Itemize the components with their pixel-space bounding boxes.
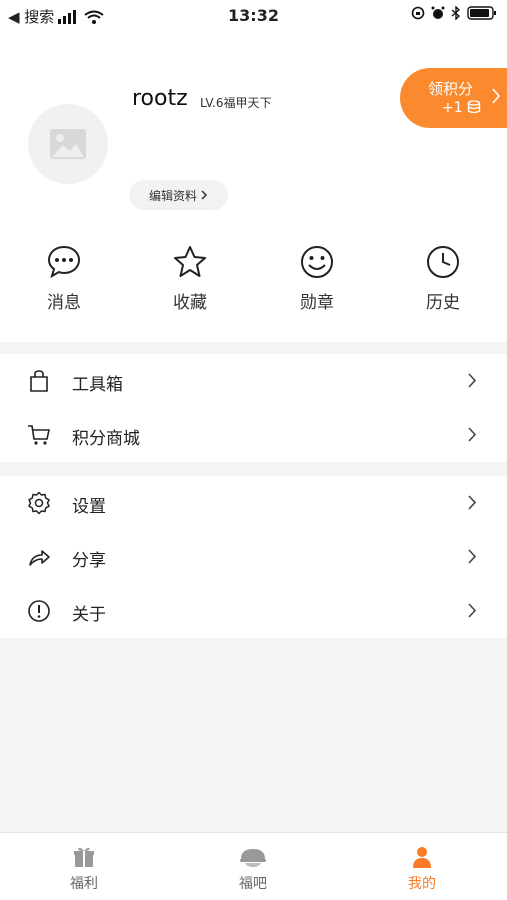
bluetooth-icon (451, 6, 461, 20)
gear-icon (28, 491, 50, 515)
chevron-right-icon (468, 603, 477, 618)
star-icon (174, 246, 206, 277)
quick-action-label: 消息 (47, 293, 81, 313)
menu-item-settings[interactable]: 设置 (0, 476, 507, 530)
menu-item-label: 分享 (72, 551, 106, 571)
chevron-right-icon (201, 190, 208, 200)
tab-welfare[interactable]: 福利 (44, 845, 124, 893)
quick-action-label: 历史 (426, 293, 460, 313)
cart-icon (28, 425, 50, 445)
person-icon (413, 847, 431, 868)
avatar[interactable] (28, 104, 108, 184)
tab-label: 福利 (70, 876, 98, 892)
tab-label: 我的 (408, 876, 436, 892)
tab-label: 福吧 (239, 876, 267, 892)
status-icons (411, 6, 497, 20)
username: rootz (132, 86, 188, 111)
status-bar: ◀ 搜索 13:32 (0, 0, 507, 32)
alarm-icon (431, 6, 445, 19)
battery-icon (467, 6, 496, 20)
edit-profile-label: 编辑资料 (148, 188, 197, 203)
quick-action-history[interactable]: 历史 (398, 244, 488, 313)
chat-icon (47, 245, 81, 279)
clock-icon (427, 246, 459, 278)
bag-icon (30, 370, 48, 392)
quick-action-messages[interactable]: 消息 (19, 244, 109, 313)
edit-profile-button[interactable]: 编辑资料 (129, 180, 228, 210)
menu-item-toolbox[interactable]: 工具箱 (0, 354, 507, 408)
quick-action-favorites[interactable]: 收藏 (145, 244, 235, 313)
claim-points-button[interactable]: 领积分 +1 (400, 68, 507, 128)
tab-mine[interactable]: 我的 (382, 845, 462, 893)
user-level: LV.6福甲天下 (200, 96, 272, 110)
chevron-right-icon (492, 88, 501, 104)
coin-stack-icon (467, 100, 481, 114)
quick-action-label: 收藏 (173, 293, 207, 313)
menu-item-points-mall[interactable]: 积分商城 (0, 408, 507, 462)
menu-item-share[interactable]: 分享 (0, 530, 507, 584)
gift-icon (74, 847, 94, 867)
quick-actions: 消息 收藏 勋章 历史 (0, 244, 507, 334)
quick-action-badges[interactable]: 勋章 (272, 244, 362, 313)
info-icon (28, 600, 50, 622)
points-bonus: +1 (442, 100, 481, 116)
chevron-right-icon (468, 373, 477, 388)
menu-item-label: 设置 (72, 497, 106, 517)
tab-bar: 福利 福吧 我的 (0, 832, 507, 900)
smile-icon (301, 246, 333, 278)
rotation-lock-icon (411, 6, 425, 20)
menu-item-about[interactable]: 关于 (0, 584, 507, 638)
tab-community[interactable]: 福吧 (213, 845, 293, 893)
profile-section: rootz LV.6福甲天下 编辑资料 领积分 +1 消息 收藏 勋章 历史 (0, 32, 507, 342)
menu-group-general: 设置 分享 关于 (0, 476, 507, 638)
menu-item-label: 积分商城 (72, 429, 140, 449)
menu-item-label: 关于 (72, 605, 106, 625)
quick-action-label: 勋章 (300, 293, 334, 313)
bowl-icon (240, 849, 266, 867)
chevron-right-icon (468, 427, 477, 442)
menu-group-tools: 工具箱 积分商城 (0, 354, 507, 462)
chevron-right-icon (468, 495, 477, 510)
points-label: 领积分 (428, 80, 474, 98)
chevron-right-icon (468, 549, 477, 564)
menu-item-label: 工具箱 (72, 375, 123, 395)
share-icon (29, 550, 50, 566)
image-placeholder-icon (50, 129, 86, 159)
